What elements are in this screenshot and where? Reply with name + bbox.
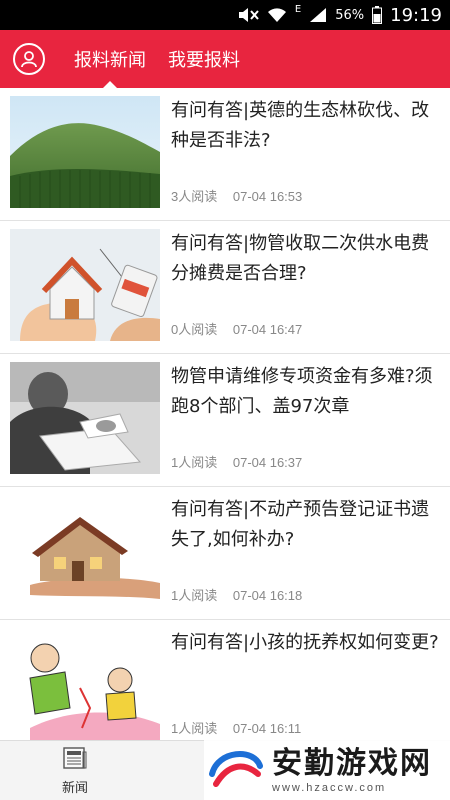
- publish-time: 07-04 16:18: [232, 588, 303, 603]
- news-meta: 1人阅读 07-04 16:37: [171, 452, 302, 471]
- news-thumbnail: [10, 96, 160, 208]
- nav-item-news[interactable]: 新闻: [48, 747, 102, 796]
- news-title: 有问有答|不动产预告登记证书遗失了,如何补办?: [171, 499, 430, 550]
- news-title: 物管申请维修专项资金有多难?须跑8个部门、盖97次章: [171, 366, 433, 417]
- publish-time: 07-04 16:11: [232, 721, 302, 736]
- battery-icon: [372, 6, 383, 24]
- publish-time: 07-04 16:37: [232, 455, 303, 470]
- status-bar: E 56% 19:19: [0, 0, 450, 30]
- battery-percent: 56%: [335, 7, 365, 23]
- watermark-text: 安勤游戏网: [272, 746, 432, 781]
- network-type: E: [294, 4, 302, 15]
- tab-submit-report[interactable]: 我要报料: [168, 30, 240, 88]
- publish-time: 07-04 16:47: [232, 322, 303, 337]
- clock: 19:19: [390, 4, 442, 26]
- active-tab-indicator: [103, 81, 117, 88]
- tab-label: 报料新闻: [74, 50, 146, 71]
- newspaper-icon: [63, 747, 87, 773]
- news-item[interactable]: 有问有答|小孩的抚养权如何变更? 1人阅读 07-04 16:11: [0, 620, 450, 740]
- news-item[interactable]: 物管申请维修专项资金有多难?须跑8个部门、盖97次章 1人阅读 07-04 16…: [0, 354, 450, 487]
- news-item[interactable]: 有问有答|不动产预告登记证书遗失了,如何补办? 1人阅读 07-04 16:18: [0, 487, 450, 620]
- tab-news-reports[interactable]: 报料新闻: [74, 30, 146, 88]
- read-count: 3人阅读: [171, 189, 218, 204]
- read-count: 1人阅读: [171, 588, 218, 603]
- news-meta: 1人阅读 07-04 16:18: [171, 585, 302, 604]
- read-count: 1人阅读: [171, 721, 218, 736]
- news-thumbnail: [10, 495, 160, 607]
- signal-icon: [309, 7, 327, 23]
- read-count: 1人阅读: [171, 455, 218, 470]
- nav-label: 新闻: [61, 781, 88, 796]
- news-title: 有问有答|小孩的抚养权如何变更?: [171, 632, 439, 653]
- mute-icon: [237, 7, 259, 23]
- news-meta: 0人阅读 07-04 16:47: [171, 319, 302, 338]
- watermark-logo-icon: [208, 744, 264, 796]
- tab-label: 我要报料: [168, 50, 240, 71]
- news-item[interactable]: 有问有答|物管收取二次供水电费分摊费是否合理? 0人阅读 07-04 16:47: [0, 221, 450, 354]
- news-item[interactable]: 有问有答|英德的生态林砍伐、改种是否非法? 3人阅读 07-04 16:53: [0, 88, 450, 221]
- app-header: 报料新闻 我要报料: [0, 30, 450, 88]
- watermark: 安勤游戏网 www.hzaccw.com: [204, 740, 450, 800]
- publish-time: 07-04 16:53: [232, 189, 303, 204]
- news-meta: 3人阅读 07-04 16:53: [171, 186, 302, 205]
- news-thumbnail: [10, 628, 160, 740]
- user-icon[interactable]: [13, 43, 45, 75]
- read-count: 0人阅读: [171, 322, 218, 337]
- news-meta: 1人阅读 07-04 16:11: [171, 718, 301, 737]
- news-thumbnail: [10, 229, 160, 341]
- news-thumbnail: [10, 362, 160, 474]
- news-title: 有问有答|物管收取二次供水电费分摊费是否合理?: [171, 233, 430, 284]
- news-list[interactable]: 有问有答|英德的生态林砍伐、改种是否非法? 3人阅读 07-04 16:53 有…: [0, 88, 450, 740]
- watermark-url: www.hzaccw.com: [272, 782, 387, 794]
- news-title: 有问有答|英德的生态林砍伐、改种是否非法?: [171, 100, 430, 151]
- wifi-icon: [267, 7, 287, 23]
